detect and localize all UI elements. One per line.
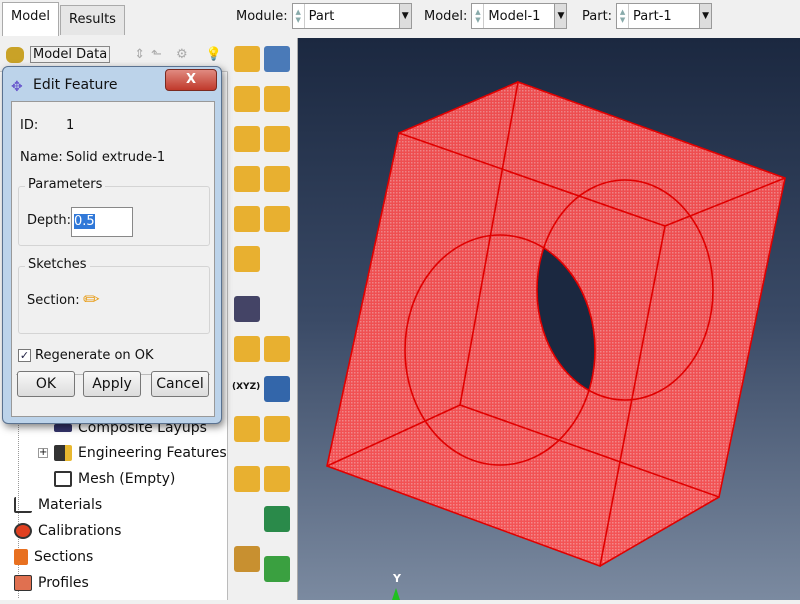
lightbulb-icon[interactable]: 💡 xyxy=(206,47,222,62)
create-part-icon[interactable] xyxy=(234,46,260,72)
apply-button[interactable]: Apply xyxy=(83,371,141,397)
calibrations-icon xyxy=(14,523,32,539)
spinner-icon[interactable]: ▲ ▼ xyxy=(293,4,305,28)
tree-label: Calibrations xyxy=(38,523,122,539)
profiles-icon xyxy=(14,575,32,591)
id-label: ID: xyxy=(20,118,39,133)
mesh-icon xyxy=(54,471,72,487)
folder-up-icon[interactable]: ⬑ xyxy=(151,47,162,62)
model-combo[interactable]: ▲ ▼ Model-1 ▼ xyxy=(471,3,568,29)
tree-label: Engineering Features xyxy=(78,445,227,461)
ok-button[interactable]: OK xyxy=(17,371,75,397)
id-value: 1 xyxy=(66,118,75,133)
extrude-solid-icon[interactable] xyxy=(234,86,260,112)
depth-value: 0.5 xyxy=(74,214,95,229)
assembly-icon[interactable] xyxy=(234,546,260,572)
arrow-updown-icon[interactable]: ⇕ xyxy=(134,47,145,62)
tab-results[interactable]: Results xyxy=(60,5,125,35)
tree-label: Materials xyxy=(38,497,103,513)
expand-icon[interactable]: + xyxy=(38,448,48,458)
tree-item-calibrations[interactable]: Calibrations xyxy=(14,523,121,539)
y-axis-label: Y xyxy=(392,572,402,585)
extrude-cut-icon[interactable] xyxy=(264,86,290,112)
sections-icon xyxy=(14,549,28,565)
chamfer-icon[interactable] xyxy=(234,166,260,192)
repair-icon[interactable] xyxy=(264,416,290,442)
module-value: Part xyxy=(308,8,335,24)
part-value: Part-1 xyxy=(633,8,672,24)
regenerate-checkbox-row[interactable]: ✓ Regenerate on OK xyxy=(18,348,154,363)
spinner-icon[interactable]: ▲ ▼ xyxy=(472,4,485,28)
chevron-down-icon[interactable]: ▼ xyxy=(699,4,712,28)
viewport[interactable]: Y xyxy=(298,38,800,600)
part-label: Part: xyxy=(582,8,613,24)
depth-input[interactable]: 0.5 xyxy=(71,207,133,237)
depth-label: Depth: xyxy=(27,213,71,228)
replace-icon[interactable] xyxy=(264,556,290,582)
tools-icon[interactable] xyxy=(264,506,290,532)
module-combo[interactable]: ▲ ▼ Part ▼ xyxy=(291,3,412,29)
feature-icon: ✥ xyxy=(11,79,23,95)
toolbox: (XYZ) xyxy=(228,38,298,600)
part-view: Y xyxy=(326,80,786,600)
edit-feature-icon[interactable] xyxy=(264,466,290,492)
tree-item-engineering-features[interactable]: + Engineering Features xyxy=(38,445,227,461)
sketch-icon[interactable] xyxy=(234,246,260,272)
y-axis-arrow-icon xyxy=(392,588,400,600)
close-button[interactable]: X xyxy=(165,69,217,91)
part-combo[interactable]: ▲ ▼ Part-1 ▼ xyxy=(616,3,713,29)
model-selector: Model: ▲ ▼ Model-1 ▼ xyxy=(424,2,568,30)
dialog-body: ID: 1 Name: Solid extrude-1 Parameters D… xyxy=(11,101,215,417)
name-label: Name: xyxy=(20,150,63,165)
edit-feature-dialog: ✥ Edit Feature X ID: 1 Name: Solid extru… xyxy=(2,66,222,424)
name-value: Solid extrude-1 xyxy=(66,150,166,165)
module-selector: Module: ▲ ▼ Part ▼ xyxy=(236,2,412,30)
create-wire-icon[interactable] xyxy=(234,126,260,152)
database-icon xyxy=(6,46,24,63)
sketches-label: Sketches xyxy=(25,257,90,272)
spinner-icon[interactable]: ▲ ▼ xyxy=(617,4,630,28)
datum-point-icon[interactable] xyxy=(264,336,290,362)
tree-label: Mesh (Empty) xyxy=(78,471,176,487)
model-label: Model: xyxy=(424,8,468,24)
tree-label: Sections xyxy=(34,549,94,565)
create-shell-icon[interactable] xyxy=(264,126,290,152)
materials-icon xyxy=(14,497,32,513)
parameters-group: Parameters Depth: 0.5 xyxy=(18,177,210,246)
tree-item-mesh[interactable]: Mesh (Empty) xyxy=(54,471,175,487)
partition-cell-icon[interactable] xyxy=(234,206,260,232)
query-icon[interactable] xyxy=(234,296,260,322)
module-label: Module: xyxy=(236,8,288,24)
layup-icon xyxy=(54,424,72,432)
tab-model[interactable]: Model xyxy=(2,2,60,36)
datum-axis-icon[interactable] xyxy=(234,336,260,362)
tree-item-sections[interactable]: Sections xyxy=(14,549,93,565)
pencil-icon[interactable]: ✏ xyxy=(83,287,100,311)
regenerate-label: Regenerate on OK xyxy=(35,348,154,363)
datum-plane-icon[interactable] xyxy=(234,416,260,442)
tree-label: Profiles xyxy=(38,575,89,591)
part-manager-icon[interactable] xyxy=(264,46,290,72)
chevron-down-icon[interactable]: ▼ xyxy=(398,4,411,28)
tree-item-profiles[interactable]: Profiles xyxy=(14,575,89,591)
chevron-down-icon[interactable]: ▼ xyxy=(554,4,567,28)
virtual-topology-icon[interactable] xyxy=(234,466,260,492)
model-value: Model-1 xyxy=(488,8,541,24)
round-icon[interactable] xyxy=(264,166,290,192)
tree-item-materials[interactable]: Materials xyxy=(14,497,102,513)
regenerate-checkbox[interactable]: ✓ xyxy=(18,349,31,362)
top-bar: Model Results Module: ▲ ▼ Part ▼ Model: ▲ ▼ M… xyxy=(0,0,800,38)
datum-csys-label: (XYZ) xyxy=(232,382,261,392)
engineering-features-icon xyxy=(54,445,72,461)
cancel-button[interactable]: Cancel xyxy=(151,371,209,397)
parameters-label: Parameters xyxy=(25,177,106,192)
section-label: Section: xyxy=(27,293,80,308)
filter-icon[interactable]: ⚙ xyxy=(176,47,188,62)
dialog-title: Edit Feature xyxy=(33,77,118,93)
partition-face-icon[interactable] xyxy=(264,206,290,232)
datum-csys-icon[interactable] xyxy=(264,376,290,402)
model-data-dropdown[interactable]: Model Data xyxy=(30,46,111,63)
sketches-group: Sketches Section: ✏ xyxy=(18,257,210,334)
part-selector: Part: ▲ ▼ Part-1 ▼ xyxy=(582,2,713,30)
